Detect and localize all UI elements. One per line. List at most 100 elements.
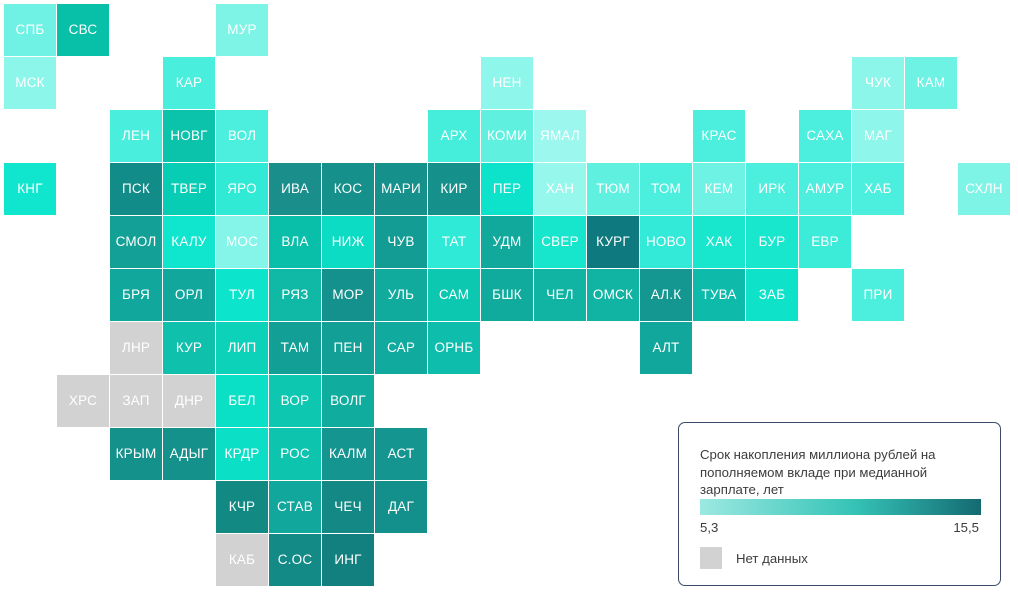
region-tile[interactable]: СМОЛ [110, 216, 162, 268]
region-tile[interactable]: ОРЛ [163, 269, 215, 321]
region-tile[interactable]: АЛ.К [640, 269, 692, 321]
region-tile[interactable]: БШК [481, 269, 533, 321]
region-tile[interactable]: КАР [163, 57, 215, 109]
region-tile[interactable]: ОРНБ [428, 322, 480, 374]
region-tile[interactable]: АСТ [375, 428, 427, 480]
region-tile[interactable]: МАГ [852, 110, 904, 162]
region-tile[interactable]: ЧУВ [375, 216, 427, 268]
region-tile[interactable]: ЯМАЛ [534, 110, 586, 162]
region-tile-label: ЗАП [122, 393, 150, 409]
region-tile[interactable]: МУР [216, 4, 268, 56]
region-tile[interactable]: ЧУК [852, 57, 904, 109]
region-tile[interactable]: САР [375, 322, 427, 374]
region-tile[interactable]: АДЫГ [163, 428, 215, 480]
region-tile[interactable]: СВС [57, 4, 109, 56]
region-tile[interactable]: ТАТ [428, 216, 480, 268]
region-tile[interactable]: ДАГ [375, 481, 427, 533]
region-tile[interactable]: МСК [4, 57, 56, 109]
region-tile[interactable]: ЛЕН [110, 110, 162, 162]
region-tile[interactable]: ХРС [57, 375, 109, 427]
region-tile[interactable]: КНГ [4, 163, 56, 215]
region-tile[interactable]: БРЯ [110, 269, 162, 321]
legend-title: Срок накопления миллиона рублей на попол… [700, 447, 936, 497]
region-tile[interactable]: ХАБ [852, 163, 904, 215]
region-tile[interactable]: АЛТ [640, 322, 692, 374]
region-tile[interactable]: СПБ [4, 4, 56, 56]
region-tile[interactable]: НИЖ [322, 216, 374, 268]
region-tile[interactable]: БУР [746, 216, 798, 268]
region-tile[interactable]: ПРИ [852, 269, 904, 321]
region-tile[interactable]: ТОМ [640, 163, 692, 215]
region-tile[interactable]: ИВА [269, 163, 321, 215]
region-tile[interactable]: КЕМ [693, 163, 745, 215]
region-tile[interactable]: ЗАБ [746, 269, 798, 321]
region-tile[interactable]: ИРК [746, 163, 798, 215]
region-tile-label: ВЛА [281, 234, 309, 250]
region-tile[interactable]: МОС [216, 216, 268, 268]
region-tile[interactable]: ПЕР [481, 163, 533, 215]
region-tile-label: УДМ [492, 234, 522, 250]
region-tile[interactable]: ВЛА [269, 216, 321, 268]
region-tile[interactable]: ТВЕР [163, 163, 215, 215]
region-tile[interactable]: СХЛН [958, 163, 1010, 215]
region-tile[interactable]: ЛИП [216, 322, 268, 374]
region-tile[interactable]: СВЕР [534, 216, 586, 268]
region-tile-label: РЯЗ [281, 287, 309, 303]
region-tile[interactable]: КАБ [216, 534, 268, 586]
region-tile[interactable]: КУР [163, 322, 215, 374]
region-tile[interactable]: РЯЗ [269, 269, 321, 321]
region-tile[interactable]: АМУР [799, 163, 851, 215]
region-tile[interactable]: ТУЛ [216, 269, 268, 321]
region-tile[interactable]: ВОР [269, 375, 321, 427]
region-tile-label: ПРИ [863, 287, 893, 303]
region-tile[interactable]: ВОЛ [216, 110, 268, 162]
region-tile[interactable]: КРЫМ [110, 428, 162, 480]
region-tile-label: ОРНБ [434, 340, 474, 356]
region-tile[interactable]: ХАН [534, 163, 586, 215]
region-tile[interactable]: ВОЛГ [322, 375, 374, 427]
region-tile[interactable]: СТАВ [269, 481, 321, 533]
region-tile[interactable]: МОР [322, 269, 374, 321]
region-tile[interactable]: ЛНР [110, 322, 162, 374]
region-tile[interactable]: КАЛМ [322, 428, 374, 480]
region-tile[interactable]: КАЛУ [163, 216, 215, 268]
region-tile[interactable]: КАМ [905, 57, 957, 109]
region-tile[interactable]: ЧЕЧ [322, 481, 374, 533]
region-tile[interactable]: ДНР [163, 375, 215, 427]
region-tile[interactable]: ЯРО [216, 163, 268, 215]
region-tile[interactable]: НЕН [481, 57, 533, 109]
region-tile[interactable]: АРХ [428, 110, 480, 162]
region-tile[interactable]: ПСК [110, 163, 162, 215]
region-tile[interactable]: ЧЕЛ [534, 269, 586, 321]
region-tile-label: ЧУВ [387, 234, 415, 250]
region-tile[interactable]: КИР [428, 163, 480, 215]
region-tile[interactable]: САХА [799, 110, 851, 162]
region-tile[interactable]: КОС [322, 163, 374, 215]
region-tile[interactable]: КЧР [216, 481, 268, 533]
region-tile[interactable]: КРДР [216, 428, 268, 480]
region-tile[interactable]: УДМ [481, 216, 533, 268]
region-tile[interactable]: ЗАП [110, 375, 162, 427]
region-tile[interactable]: КОМИ [481, 110, 533, 162]
region-tile[interactable]: БЕЛ [216, 375, 268, 427]
region-tile-label: НЕН [492, 75, 522, 91]
region-tile[interactable]: УЛЬ [375, 269, 427, 321]
region-tile[interactable]: САМ [428, 269, 480, 321]
region-tile[interactable]: ЕВР [799, 216, 851, 268]
region-tile[interactable]: РОС [269, 428, 321, 480]
region-tile[interactable]: ТУВА [693, 269, 745, 321]
region-tile[interactable]: ТАМ [269, 322, 321, 374]
region-tile[interactable]: НОВГ [163, 110, 215, 162]
region-tile[interactable]: С.ОС [269, 534, 321, 586]
region-tile[interactable]: ТЮМ [587, 163, 639, 215]
region-tile[interactable]: НОВО [640, 216, 692, 268]
region-tile[interactable]: МАРИ [375, 163, 427, 215]
region-tile-label: МОС [225, 234, 259, 250]
region-tile-label: ХРС [68, 393, 98, 409]
region-tile[interactable]: ХАК [693, 216, 745, 268]
region-tile[interactable]: КРАС [693, 110, 745, 162]
region-tile[interactable]: КУРГ [587, 216, 639, 268]
region-tile[interactable]: ИНГ [322, 534, 374, 586]
region-tile[interactable]: ОМСК [587, 269, 639, 321]
region-tile[interactable]: ПЕН [322, 322, 374, 374]
